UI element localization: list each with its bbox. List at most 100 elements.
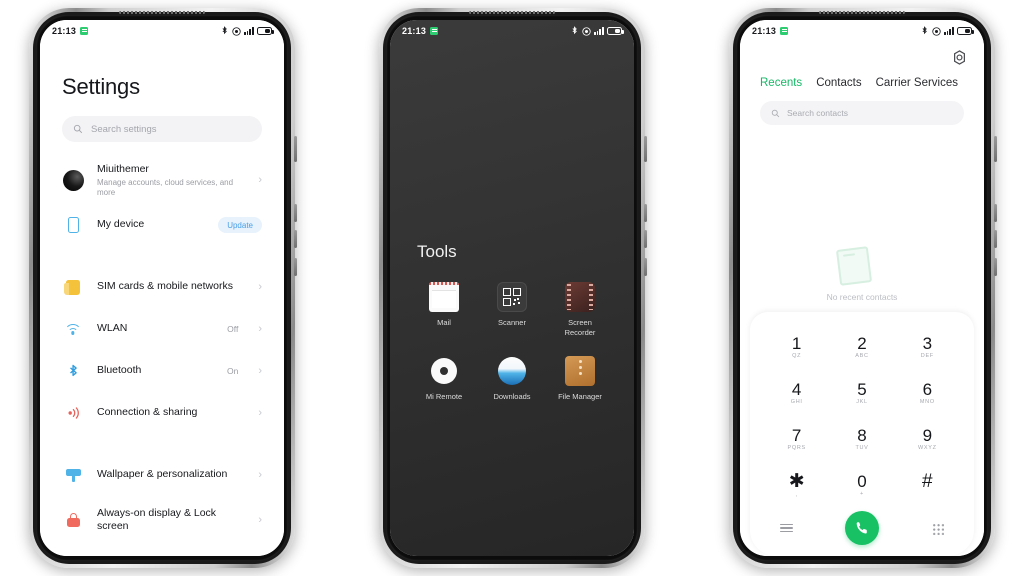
- sidebar-item-wallpaper[interactable]: Wallpaper & personalization ›: [40, 454, 284, 496]
- update-badge[interactable]: Update: [218, 217, 262, 233]
- sidebar-item-my-device[interactable]: My device Update: [40, 204, 284, 246]
- volume-up-button[interactable]: [994, 204, 997, 222]
- dnd-icon: [231, 26, 241, 36]
- sidebar-item-connection-sharing[interactable]: Connection & sharing ›: [40, 392, 284, 434]
- key-digit: 3: [922, 333, 933, 353]
- status-bar: 21:13: [740, 20, 984, 42]
- key-5[interactable]: 5 JKL: [829, 370, 894, 416]
- key-digit: 6: [922, 379, 933, 399]
- sidebar-item-sim-cards[interactable]: SIM cards & mobile networks ›: [40, 266, 284, 308]
- key-7[interactable]: 7 PQRS: [764, 416, 829, 462]
- tab-recents[interactable]: Recents: [760, 77, 802, 89]
- status-time: 21:13: [402, 26, 427, 36]
- account-avatar: [62, 169, 84, 191]
- phone-call-button[interactable]: [845, 511, 879, 545]
- app-mail[interactable]: Mail: [410, 282, 478, 338]
- app-screen-recorder[interactable]: Screen Recorder: [546, 282, 614, 338]
- tab-carrier-services[interactable]: Carrier Services: [876, 77, 958, 89]
- extra-button[interactable]: [294, 258, 297, 276]
- wifi-icon: [62, 323, 84, 335]
- phone-call-icon: [856, 522, 867, 534]
- key-letters: QZ: [792, 352, 802, 359]
- key-digit: 5: [857, 379, 867, 399]
- lock-icon: [62, 513, 84, 527]
- key-letters: GHI: [790, 398, 803, 405]
- app-file-manager[interactable]: File Manager: [546, 355, 614, 402]
- sidebar-item-account[interactable]: Miuithemer Manage accounts, cloud servic…: [40, 156, 284, 204]
- key-hash[interactable]: #: [895, 462, 960, 508]
- key-letters: MNO: [919, 398, 935, 405]
- status-bar-left: 21:13: [752, 26, 789, 36]
- sidebar-item-bluetooth[interactable]: Bluetooth On ›: [40, 350, 284, 392]
- key-2[interactable]: 2 ABC: [829, 324, 894, 370]
- settings-list: Miuithemer Manage accounts, cloud servic…: [40, 156, 284, 556]
- power-button[interactable]: [644, 136, 647, 162]
- key-digit: 1: [791, 333, 802, 353]
- key-letters: ABC: [855, 352, 869, 359]
- screen-recorder-icon: [565, 282, 595, 312]
- key-0[interactable]: 0 +: [829, 462, 894, 508]
- extra-button[interactable]: [644, 258, 647, 276]
- key-digit: 7: [791, 425, 802, 445]
- tab-contacts[interactable]: Contacts: [816, 77, 861, 89]
- settings-group-connectivity: SIM cards & mobile networks › WLAN Off ›: [40, 266, 284, 434]
- bluetooth-icon: [62, 364, 84, 379]
- chevron-right-icon: ›: [258, 513, 262, 526]
- settings-group-account: Miuithemer Manage accounts, cloud servic…: [40, 156, 284, 246]
- tools-folder: 21:13 Tools Mail Scanner Screen Recorder…: [390, 20, 634, 556]
- connection-sharing-icon: [62, 406, 84, 420]
- battery-icon: [607, 27, 624, 35]
- dialer-tabs: Recents Contacts Carrier Services: [760, 77, 970, 89]
- dialpad-actions: [764, 508, 960, 548]
- key-9[interactable]: 9 WXYZ: [895, 416, 960, 462]
- sidebar-item-display[interactable]: Display ›: [40, 544, 284, 556]
- sidebar-item-wlan[interactable]: WLAN Off ›: [40, 308, 284, 350]
- key-1[interactable]: 1 QZ: [764, 324, 829, 370]
- power-button[interactable]: [994, 136, 997, 162]
- chevron-right-icon: ›: [258, 173, 262, 186]
- empty-state: No recent contacts: [740, 244, 984, 302]
- screen-tools: 21:13 Tools Mail Scanner Screen Recorder…: [390, 20, 634, 556]
- search-contacts-input[interactable]: Search contacts: [760, 101, 964, 125]
- app-mi-remote[interactable]: Mi Remote: [410, 356, 478, 402]
- bluetooth-icon: [222, 26, 227, 35]
- extra-button[interactable]: [994, 258, 997, 276]
- signal-bars-icon: [244, 27, 254, 35]
- app-label: Downloads: [493, 391, 531, 401]
- key-letters: PQRS: [787, 444, 806, 451]
- key-6[interactable]: 6 MNO: [895, 370, 960, 416]
- key-digit: ✱: [788, 470, 805, 492]
- device-icon: [62, 217, 84, 233]
- search-settings-input[interactable]: Search settings: [62, 116, 262, 142]
- volume-down-button[interactable]: [994, 230, 997, 248]
- chevron-right-icon: ›: [258, 322, 262, 335]
- chevron-right-icon: ›: [258, 406, 262, 419]
- volume-up-button[interactable]: [644, 204, 647, 222]
- power-button[interactable]: [294, 136, 297, 162]
- status-bar: 21:13: [390, 20, 634, 42]
- settings-gear-icon[interactable]: [952, 50, 967, 65]
- key-8[interactable]: 8 TUV: [829, 416, 894, 462]
- menu-icon[interactable]: [780, 521, 793, 535]
- account-label: Miuithemer: [97, 162, 149, 175]
- key-4[interactable]: 4 GHI: [764, 370, 829, 416]
- key-3[interactable]: 3 DEF: [895, 324, 960, 370]
- dialpad-keys: 1 QZ 2 ABC 3 DEF 4 GHI 5 JKL 6 MNO 7 PQR…: [764, 324, 960, 508]
- folder-title: Tools: [417, 242, 457, 261]
- sidebar-item-lock-screen[interactable]: Always-on display & Lock screen ›: [40, 496, 284, 544]
- dialpad-icon[interactable]: [931, 521, 944, 535]
- volume-down-button[interactable]: [294, 230, 297, 248]
- key-letters: JKL: [856, 398, 868, 405]
- key-letters: DEF: [920, 352, 934, 359]
- app-downloads[interactable]: Downloads: [478, 356, 546, 402]
- downloads-icon: [497, 356, 527, 386]
- key-star[interactable]: ✱ ,: [764, 462, 829, 508]
- volume-up-button[interactable]: [294, 204, 297, 222]
- search-icon: [73, 124, 83, 134]
- app-label: File Manager: [558, 391, 602, 401]
- mail-icon: [429, 282, 459, 312]
- key-digit: 0: [857, 471, 867, 491]
- message-badge-icon: [430, 27, 439, 35]
- app-scanner[interactable]: Scanner: [478, 282, 546, 338]
- volume-down-button[interactable]: [644, 230, 647, 248]
